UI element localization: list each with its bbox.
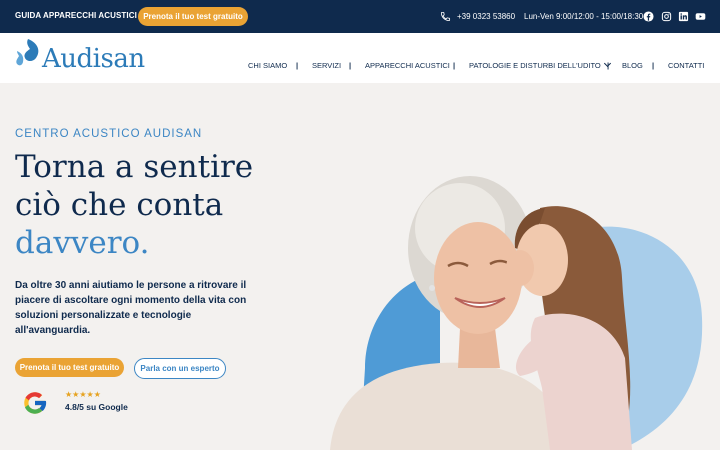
nav-chi-siamo[interactable]: CHI SIAMO — [248, 61, 287, 70]
hero-eyebrow: CENTRO ACUSTICO AUDISAN — [15, 128, 203, 140]
rating-stars: ★★★★★ — [65, 390, 101, 399]
phone-icon — [440, 11, 451, 22]
topbar-test-button[interactable]: Prenota il tuo test gratuito — [138, 7, 248, 26]
phone-number[interactable]: +39 0323 53860 — [457, 12, 515, 21]
hero-title-line1: Torna a sentire — [15, 149, 254, 185]
nav-servizi[interactable]: SERVIZI — [312, 61, 341, 70]
nav-blog[interactable]: BLOG — [622, 61, 643, 70]
talk-expert-button[interactable]: Parla con un esperto — [134, 358, 226, 379]
nav-separator: | — [607, 61, 610, 70]
guide-link[interactable]: GUIDA APPARECCHI ACUSTICI — [15, 11, 137, 20]
nav-separator: | — [296, 61, 299, 70]
hero-photo — [330, 176, 703, 450]
hero-section: CENTRO ACUSTICO AUDISAN Torna a sentire … — [0, 83, 720, 450]
book-test-button[interactable]: Prenota il tuo test gratuito — [15, 358, 124, 377]
instagram-icon[interactable] — [661, 11, 672, 22]
hero-title: Torna a sentire ciò che conta davvero. — [15, 148, 315, 262]
nav-contatti[interactable]: CONTATTI — [668, 61, 704, 70]
facebook-icon[interactable] — [643, 11, 654, 22]
hero-title-accent: davvero. — [15, 225, 150, 261]
site-header: Audisan CHI SIAMO | SERVIZI | APPARECCHI… — [0, 33, 720, 83]
nav-separator: | — [453, 61, 456, 70]
audisan-logo-icon[interactable] — [14, 37, 44, 73]
hero-description: Da oltre 30 anni aiutiamo le persone a r… — [15, 280, 247, 336]
youtube-icon[interactable] — [695, 11, 706, 22]
linkedin-icon[interactable] — [678, 11, 689, 22]
logo-text[interactable]: Audisan — [42, 44, 145, 74]
top-bar: GUIDA APPARECCHI ACUSTICI Prenota il tuo… — [0, 0, 720, 33]
opening-hours: Lun-Ven 9:00/12:00 - 15:00/18:30 — [524, 12, 644, 21]
nav-separator: | — [349, 61, 352, 70]
nav-apparecchi-acustici[interactable]: APPARECCHI ACUSTICI — [365, 61, 450, 70]
google-rating: 4.8/5 su Google — [65, 402, 128, 412]
hero-title-line2: ciò che conta — [15, 187, 224, 223]
google-icon — [24, 392, 47, 414]
nav-patologie[interactable]: PATOLOGIE E DISTURBI DELL'UDITO — [469, 59, 611, 70]
nav-patologie-label: PATOLOGIE E DISTURBI DELL'UDITO — [469, 61, 601, 70]
nav-separator: | — [652, 61, 655, 70]
